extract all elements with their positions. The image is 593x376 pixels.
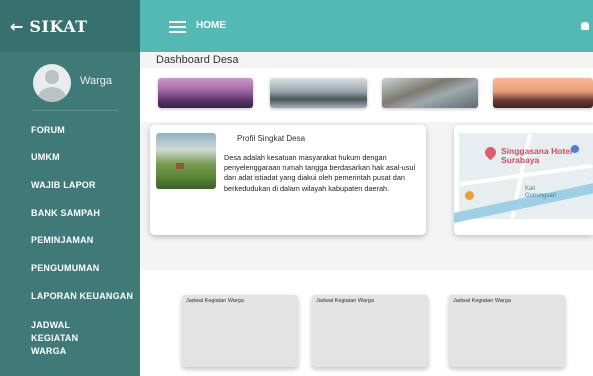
home-label[interactable]: HOME	[196, 20, 226, 31]
bell-icon[interactable]	[581, 22, 589, 30]
location-pin-icon[interactable]	[482, 144, 499, 161]
banner-image-3[interactable]	[382, 78, 478, 108]
sidebar-item-peminjaman[interactable]: PEMINJAMAN	[0, 235, 94, 245]
user-profile: Warga	[0, 52, 140, 112]
map-place-label: Singgasana Hotel Surabaya	[501, 146, 573, 165]
schedule-card[interactable]: Jadwal Kegiatan Warga	[312, 295, 428, 367]
user-name: Warga	[80, 75, 112, 87]
village-image	[156, 133, 216, 189]
dashboard-title: Dashboard Desa	[156, 54, 239, 66]
user-divider	[32, 110, 118, 111]
map-card: Singgasana Hotel Surabaya Kali Gunungsar…	[454, 125, 593, 235]
profile-card: Profil Singkat Desa Desa adalah kesatuan…	[150, 125, 426, 235]
arrow-left-icon[interactable]: ←	[10, 17, 23, 36]
app-title: SIKAT	[29, 16, 88, 36]
sidebar-item-wajib-lapor[interactable]: WAJIB LAPOR	[0, 180, 96, 190]
schedule-card-title: Jadwal Kegiatan Warga	[186, 298, 244, 304]
main-content: Dashboard Desa Profil Singkat Desa Desa …	[140, 52, 593, 376]
brand-bar: ← SIKAT	[0, 0, 140, 52]
map-river-label: Kali Gunungsari	[525, 186, 557, 199]
map-marker-icon[interactable]	[571, 145, 579, 153]
top-bar: HOME	[140, 0, 593, 52]
banner-image-4[interactable]	[493, 78, 593, 108]
schedule-card-title: Jadwal Kegiatan Warga	[453, 298, 511, 304]
profile-description: Desa adalah kesatuan masyarakat hukum de…	[224, 153, 416, 193]
schedule-card[interactable]: Jadwal Kegiatan Warga	[449, 295, 565, 367]
sidebar-item-bank-sampah[interactable]: BANK SAMPAH	[0, 208, 100, 218]
hamburger-icon[interactable]	[169, 21, 186, 33]
schedule-card-title: Jadwal Kegiatan Warga	[316, 298, 374, 304]
sidebar-item-umkm[interactable]: UMKM	[0, 152, 60, 162]
profile-title: Profil Singkat Desa	[237, 134, 306, 143]
banner-image-2[interactable]	[270, 78, 367, 108]
user-avatar-icon[interactable]	[33, 64, 71, 102]
banner-strip	[140, 68, 593, 122]
sidebar: ← SIKAT Warga FORUM UMKM WAJIB LAPOR BAN…	[0, 0, 140, 376]
sidebar-item-jadwal-kegiatan[interactable]: JADWAL KEGIATAN WARGA	[0, 319, 110, 358]
map-view[interactable]: Singgasana Hotel Surabaya Kali Gunungsar…	[454, 133, 593, 224]
sidebar-item-pengumuman[interactable]: PENGUMUMAN	[0, 263, 100, 273]
map-marker-icon[interactable]	[465, 191, 474, 200]
banner-image-1[interactable]	[158, 78, 253, 108]
sidebar-item-laporan-keuangan[interactable]: LAPORAN KEUANGAN	[0, 291, 133, 301]
sidebar-item-forum[interactable]: FORUM	[0, 125, 65, 135]
schedule-card[interactable]: Jadwal Kegiatan Warga	[182, 295, 298, 367]
